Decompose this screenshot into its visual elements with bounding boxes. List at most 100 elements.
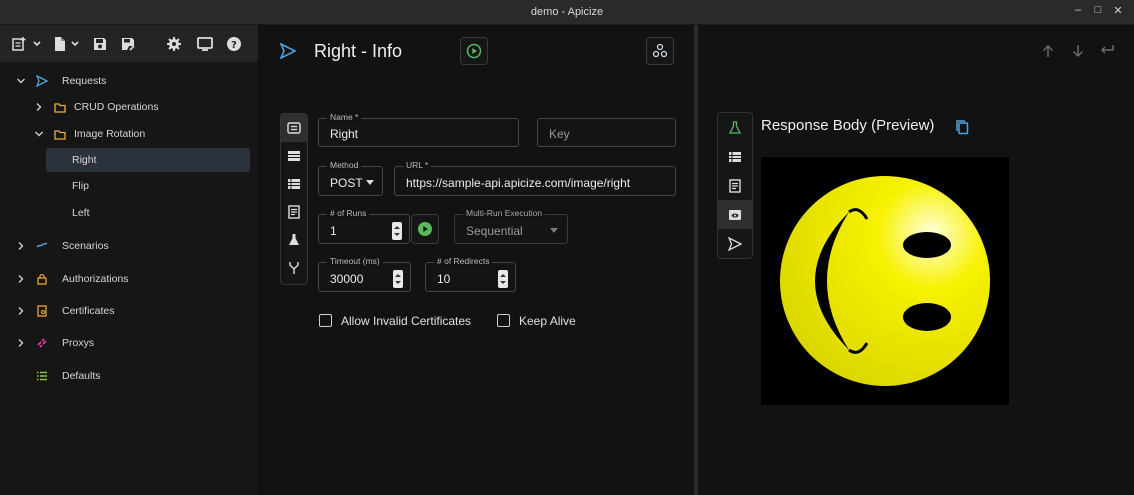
tree-label-proxys: Proxys (62, 337, 95, 349)
tab-query[interactable] (281, 170, 307, 198)
navigation-panel: ? Requests CRUD Operations Image Rotatio… (0, 25, 258, 495)
tab-parameters[interactable] (281, 254, 307, 282)
tree-item-crud-operations[interactable]: CRUD Operations (34, 95, 248, 119)
tree-label-certificates: Certificates (62, 305, 115, 317)
display-icon[interactable] (197, 36, 213, 52)
folder-icon (54, 129, 66, 140)
key-field[interactable]: Key (537, 118, 676, 147)
tree-item-right[interactable]: Right (46, 148, 250, 172)
multirun-value: Sequential (466, 224, 523, 238)
save-icon[interactable] (92, 36, 108, 52)
redirects-stepper[interactable] (498, 270, 508, 288)
url-field[interactable]: URL * https://sample-api.apicize.com/ima… (394, 160, 676, 196)
method-value: POST (330, 176, 363, 190)
fork-icon (289, 262, 299, 274)
minimize-icon[interactable]: – (1070, 4, 1086, 16)
article-icon (288, 205, 300, 219)
redirects-field[interactable]: # of Redirects 10 (425, 256, 516, 292)
name-field[interactable]: Name * Right (318, 112, 519, 147)
copy-icon[interactable] (955, 119, 969, 135)
arrow-up-icon[interactable] (1042, 44, 1054, 58)
arrow-down-icon[interactable] (1072, 44, 1084, 58)
open-file-icon[interactable] (52, 36, 68, 52)
add-chevron-icon[interactable] (32, 36, 42, 52)
tree-label-defaults: Defaults (62, 370, 101, 382)
table-icon (288, 151, 300, 161)
keep-alive-checkbox[interactable] (497, 314, 510, 327)
runs-field[interactable]: # of Runs 1 (318, 208, 410, 244)
tree-item-requests[interactable]: Requests (16, 69, 246, 93)
open-chevron-icon[interactable] (70, 36, 80, 52)
multirun-select[interactable]: Multi-Run Execution Sequential (454, 208, 568, 244)
run-button[interactable] (460, 37, 488, 65)
tab-body[interactable] (281, 198, 307, 226)
runs-value: 1 (330, 224, 337, 238)
keep-alive-label: Keep Alive (519, 314, 576, 328)
name-value: Right (330, 127, 359, 141)
list-icon (37, 371, 47, 381)
tree-item-certificates[interactable]: Certificates (16, 299, 246, 323)
certificate-icon (37, 305, 47, 317)
timeout-label: Timeout (ms) (327, 256, 383, 266)
response-section-tabs (717, 112, 753, 259)
url-value: https://sample-api.apicize.com/image/rig… (406, 176, 631, 190)
tree-item-authorizations[interactable]: Authorizations (16, 267, 246, 291)
tab-headers[interactable] (281, 142, 307, 170)
name-label: Name * (327, 112, 362, 122)
return-icon[interactable] (1100, 44, 1114, 56)
tree-nodes-icon (652, 43, 668, 58)
chevron-right-icon[interactable] (16, 241, 26, 251)
save-as-icon[interactable] (120, 36, 136, 52)
tab-response-preview[interactable] (718, 200, 752, 229)
send-icon (36, 75, 48, 87)
send-icon (280, 43, 296, 59)
flask-icon (728, 120, 742, 134)
info-icon (287, 122, 301, 134)
play-icon (466, 43, 482, 59)
close-icon[interactable]: ✕ (1110, 4, 1126, 17)
method-label: Method (327, 160, 362, 170)
preview-icon (729, 209, 741, 220)
tab-response-body-raw[interactable] (718, 171, 752, 200)
tree-item-defaults[interactable]: Defaults (36, 364, 246, 388)
request-section-tabs (280, 113, 308, 285)
scenario-icon (36, 242, 48, 248)
timeout-field[interactable]: Timeout (ms) 30000 (318, 256, 411, 292)
tree-item-left[interactable]: Left (46, 201, 250, 225)
tab-test[interactable] (281, 226, 307, 254)
chevron-right-icon[interactable] (16, 274, 26, 284)
key-placeholder: Key (549, 127, 570, 141)
tab-info[interactable] (281, 114, 307, 142)
timeout-stepper[interactable] (393, 270, 403, 288)
add-request-icon[interactable] (11, 36, 27, 52)
run-multiple-button[interactable] (411, 214, 439, 244)
chevron-right-icon[interactable] (16, 306, 26, 316)
folder-icon (54, 102, 66, 113)
chevron-right-icon[interactable] (16, 338, 26, 348)
request-title: Right - Info (314, 41, 403, 61)
flask-icon (289, 234, 299, 245)
method-select[interactable]: Method POST (318, 160, 383, 196)
allow-invalid-checkbox[interactable] (319, 314, 332, 327)
tree-item-image-rotation[interactable]: Image Rotation (34, 122, 248, 146)
tree-item-flip[interactable]: Flip (46, 174, 250, 198)
lock-icon (37, 273, 47, 285)
tree-item-scenarios[interactable]: Scenarios (16, 234, 246, 258)
url-label: URL * (403, 160, 432, 170)
redirects-value: 10 (437, 272, 451, 286)
workbook-tree-button[interactable] (646, 37, 674, 65)
tree-item-proxys[interactable]: Proxys (16, 331, 246, 355)
tab-request-sent[interactable] (718, 229, 752, 258)
chevron-down-icon[interactable] (16, 76, 26, 86)
help-icon[interactable]: ? (226, 36, 242, 52)
dropdown-arrow-icon (550, 228, 558, 233)
tree-label-flip: Flip (72, 180, 89, 192)
chevron-right-icon[interactable] (34, 102, 44, 112)
tree-label-right: Right (72, 154, 97, 166)
runs-stepper[interactable] (392, 222, 402, 240)
tab-test-results[interactable] (718, 113, 752, 142)
settings-icon[interactable] (166, 36, 182, 52)
maximize-icon[interactable]: □ (1090, 4, 1106, 16)
chevron-down-icon[interactable] (34, 129, 44, 139)
tab-response-headers[interactable] (718, 142, 752, 171)
